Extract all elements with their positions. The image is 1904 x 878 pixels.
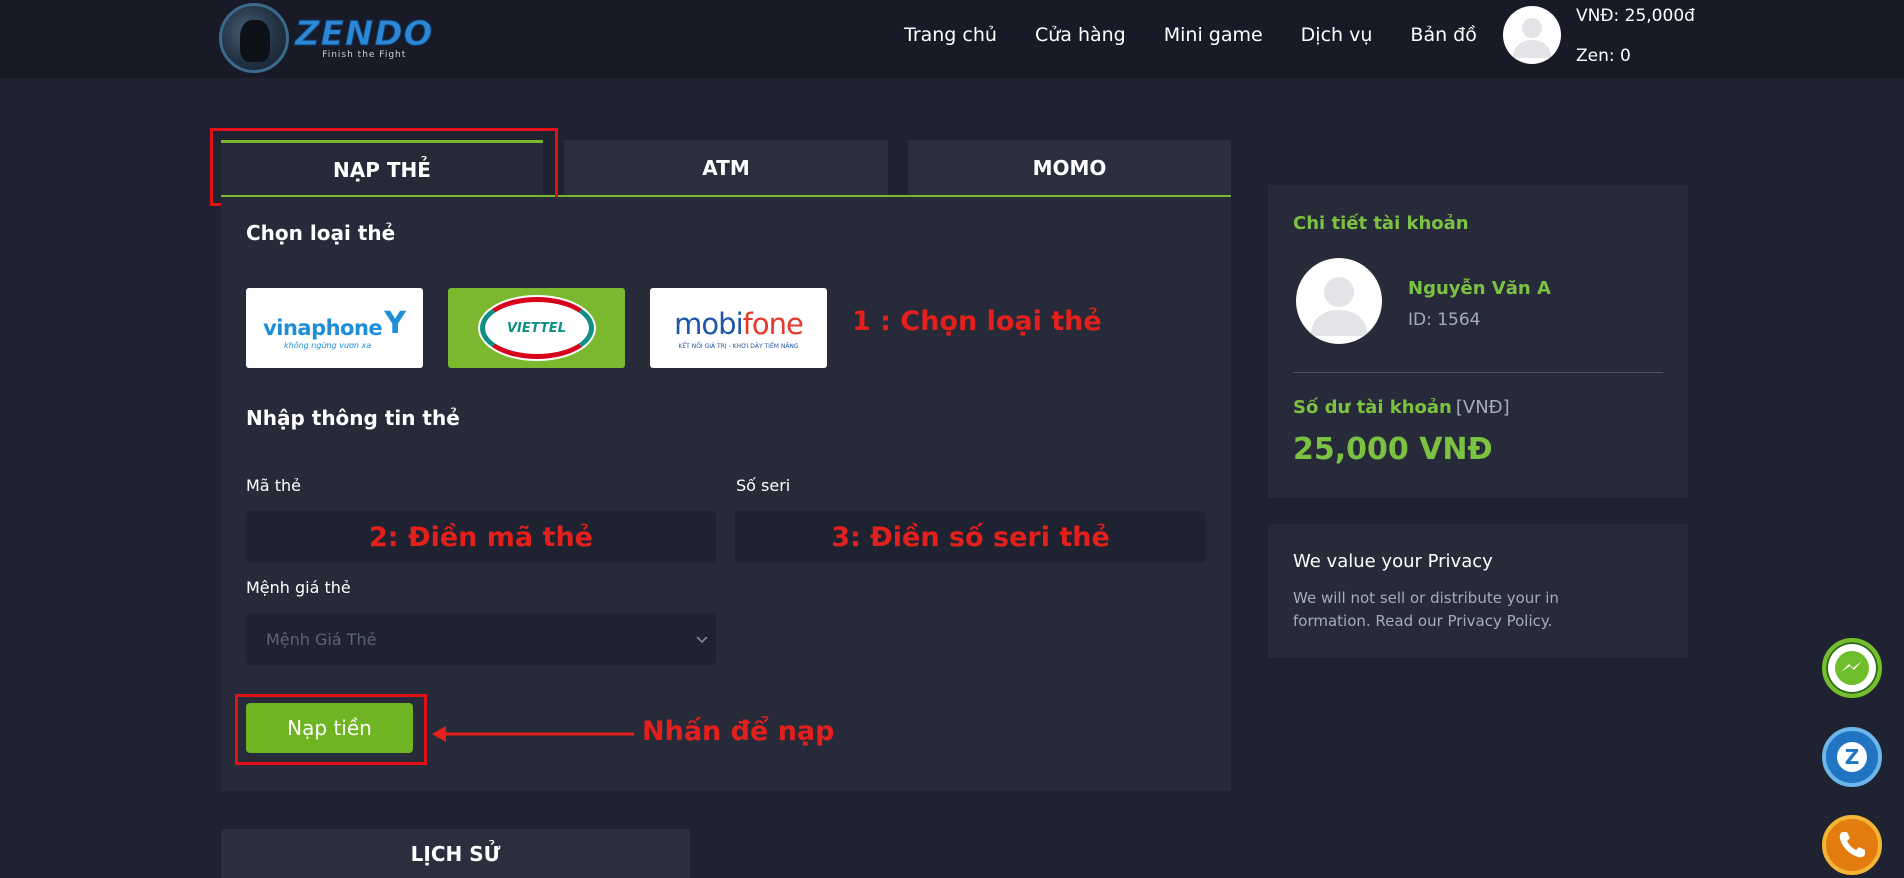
svg-text:Z: Z <box>1845 745 1860 769</box>
phone-icon <box>1839 832 1865 858</box>
balance-unit: [VNĐ] <box>1455 397 1510 418</box>
zalo-icon: Z <box>1837 742 1867 772</box>
serial-label: Số seri <box>736 476 791 495</box>
nav-map[interactable]: Bản đồ <box>1410 24 1476 46</box>
site-header: ZENDO Finish the Fight Trang chủ Cửa hàn… <box>0 0 1904 78</box>
header-zen: Zen: 0 <box>1576 46 1631 66</box>
annotation-step3: 3: Điền số seri thẻ <box>831 521 1110 553</box>
denomination-placeholder: Mệnh Giá Thẻ <box>266 629 377 649</box>
serial-input[interactable]: 3: Điền số seri thẻ <box>735 511 1206 563</box>
nav-home[interactable]: Trang chủ <box>904 24 997 46</box>
divider <box>1293 372 1663 373</box>
mobifone-tagline: KẾT NỐI GIÁ TRỊ - KHƠI DẬY TIỀM NĂNG <box>678 342 799 350</box>
annotation-step2: 2: Điền mã thẻ <box>369 521 593 553</box>
logo[interactable]: ZENDO Finish the Fight <box>219 2 433 74</box>
nav-services[interactable]: Dịch vụ <box>1301 24 1373 46</box>
chevron-down-icon <box>696 636 708 644</box>
account-name: Nguyễn Văn A <box>1408 278 1551 299</box>
privacy-text: We will not sell or distribute your in f… <box>1293 589 1559 630</box>
tab-atm[interactable]: ATM <box>564 140 888 196</box>
mobifone-logo-text: mobifone <box>674 306 804 341</box>
account-card: Chi tiết tài khoản Nguyễn Văn A ID: 1564… <box>1268 185 1688 498</box>
messenger-button[interactable] <box>1822 638 1882 698</box>
balance-label-text: Số dư tài khoản <box>1293 397 1452 418</box>
call-button[interactable] <box>1822 815 1882 875</box>
privacy-card: We value your Privacy We will not sell o… <box>1268 524 1688 658</box>
messenger-icon <box>1835 651 1869 685</box>
mobifone-logo-accent: fone <box>742 306 804 341</box>
denomination-select[interactable]: Mệnh Giá Thẻ <box>246 613 716 665</box>
user-silhouette-icon <box>1512 18 1552 58</box>
annotation-arrow-icon <box>432 726 634 742</box>
balance-value: 25,000 VNĐ <box>1293 432 1493 467</box>
nav-shop[interactable]: Cửa hàng <box>1035 24 1126 46</box>
annotation-step4: Nhấn để nạp <box>642 716 835 747</box>
viettel-logo-icon: VIETTEL <box>477 295 596 361</box>
tab-history[interactable]: LỊCH SỬ <box>221 829 690 878</box>
annotation-highlight-tab <box>210 128 558 206</box>
card-code-label: Mã thẻ <box>246 476 301 495</box>
card-option-viettel[interactable]: VIETTEL <box>448 288 625 368</box>
card-option-vinaphone[interactable]: vinaphone Y không ngừng vươn xa <box>246 288 423 368</box>
header-balance: VNĐ: 25,000đ <box>1576 6 1695 26</box>
main-nav: Trang chủ Cửa hàng Mini game Dịch vụ Bản… <box>904 24 1477 46</box>
vinaphone-logo-text: vinaphone <box>263 316 383 340</box>
viettel-logo-text: VIETTEL <box>507 320 566 336</box>
card-code-input[interactable]: 2: Điền mã thẻ <box>246 511 716 563</box>
user-silhouette-icon <box>1310 277 1368 336</box>
nav-minigame[interactable]: Mini game <box>1164 24 1263 46</box>
privacy-title: We value your Privacy <box>1293 551 1493 572</box>
annotation-step1: 1 : Chọn loại thẻ <box>852 306 1102 337</box>
mobifone-logo: mobifone KẾT NỐI GIÁ TRỊ - KHƠI DẬY TIỀM… <box>674 306 804 350</box>
balance-label: Số dư tài khoản [VNĐ] <box>1293 397 1510 418</box>
deposit-button[interactable]: Nạp tiền <box>246 703 413 753</box>
card-info-title: Nhập thông tin thẻ <box>246 406 460 430</box>
vinaphone-tagline: không ngừng vươn xa <box>284 341 372 350</box>
tab-momo[interactable]: MOMO <box>908 140 1231 196</box>
logo-tagline: Finish the Fight <box>322 50 407 60</box>
card-option-mobifone[interactable]: mobifone KẾT NỐI GIÁ TRỊ - KHƠI DẬY TIỀM… <box>650 288 827 368</box>
account-title: Chi tiết tài khoản <box>1293 213 1469 234</box>
card-type-title: Chọn loại thẻ <box>246 221 396 245</box>
account-avatar <box>1296 258 1382 344</box>
denomination-label: Mệnh giá thẻ <box>246 578 351 597</box>
account-id: ID: 1564 <box>1408 310 1481 330</box>
mobifone-logo-main: mobi <box>674 306 743 341</box>
zalo-button[interactable]: Z <box>1822 727 1882 787</box>
user-avatar[interactable] <box>1503 6 1561 64</box>
vinaphone-logo-icon: Y <box>384 305 406 341</box>
logo-text: ZENDO <box>294 14 434 54</box>
logo-wordmark: ZENDO Finish the Fight <box>294 14 434 61</box>
wolf-emblem-icon <box>219 3 289 73</box>
